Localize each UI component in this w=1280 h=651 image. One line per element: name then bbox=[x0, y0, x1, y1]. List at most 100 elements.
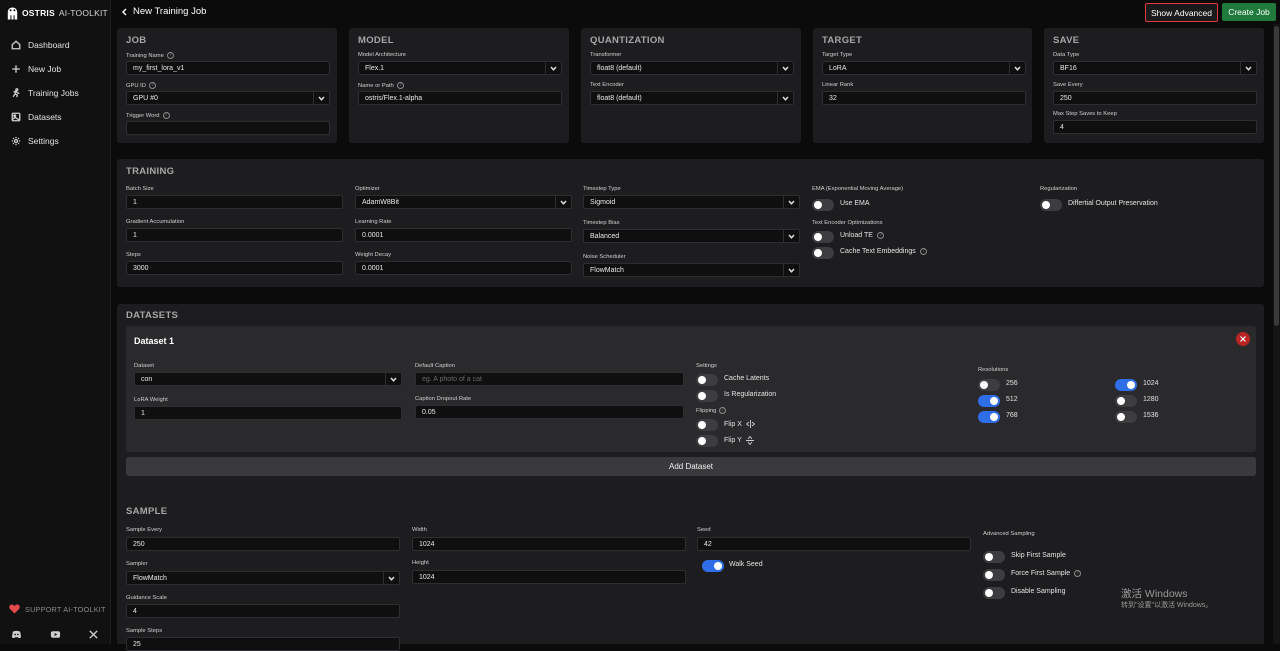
timestep-type-select[interactable]: Sigmoid bbox=[583, 195, 800, 209]
seed-input[interactable]: 42 bbox=[697, 537, 971, 551]
select-value: AdamW8Bit bbox=[362, 198, 399, 206]
max-saves-input[interactable]: 4 bbox=[1053, 120, 1257, 134]
height-input[interactable]: 1024 bbox=[412, 570, 686, 584]
gradient-accumulation-input[interactable]: 1 bbox=[126, 228, 343, 242]
job-card: JOB Training Name? my_first_lora_v1 GPU … bbox=[117, 28, 337, 143]
toggle-label: Unload TE? bbox=[840, 232, 884, 239]
field-label: LoRA Weight bbox=[134, 397, 168, 403]
create-job-button[interactable]: Create Job bbox=[1222, 3, 1276, 21]
target-type-select[interactable]: LoRA bbox=[822, 61, 1026, 75]
model-architecture-select[interactable]: Flex.1 bbox=[358, 61, 562, 75]
card-title: SAVE bbox=[1053, 35, 1080, 46]
gear-icon bbox=[11, 136, 21, 146]
trigger-word-input[interactable] bbox=[126, 121, 330, 135]
help-icon[interactable]: ? bbox=[162, 112, 170, 119]
unload-te-toggle[interactable] bbox=[812, 231, 834, 243]
help-icon[interactable]: ? bbox=[396, 82, 404, 89]
field-label: Linear Rank bbox=[822, 82, 854, 88]
help-icon[interactable]: ? bbox=[919, 248, 927, 255]
flip-x-toggle[interactable] bbox=[696, 419, 718, 431]
remove-dataset-button[interactable] bbox=[1236, 332, 1250, 346]
field-label: Text Encoder bbox=[590, 82, 624, 88]
learning-rate-input[interactable]: 0.0001 bbox=[355, 228, 572, 242]
resolution-512-toggle[interactable] bbox=[978, 395, 1000, 407]
sample-card: SAMPLE Sample Every 250 Sampler FlowMatc… bbox=[117, 500, 1264, 651]
caption-dropout-input[interactable]: 0.05 bbox=[415, 405, 684, 419]
cache-text-embeddings-toggle[interactable] bbox=[812, 247, 834, 259]
discord-icon[interactable] bbox=[11, 629, 22, 640]
training-name-input[interactable]: my_first_lora_v1 bbox=[126, 61, 330, 75]
scrollbar-thumb[interactable] bbox=[1274, 26, 1279, 326]
dataset-select[interactable]: con bbox=[134, 372, 402, 386]
sample-every-input[interactable]: 250 bbox=[126, 537, 400, 551]
youtube-icon[interactable] bbox=[50, 629, 61, 640]
topbar: New Training Job bbox=[111, 0, 1280, 24]
weight-decay-input[interactable]: 0.0001 bbox=[355, 261, 572, 275]
chevron-down-icon bbox=[1240, 62, 1256, 74]
chevron-down-icon bbox=[777, 92, 793, 104]
optimizer-select[interactable]: AdamW8Bit bbox=[355, 195, 572, 209]
help-icon[interactable]: ? bbox=[876, 232, 884, 239]
walk-seed-toggle[interactable] bbox=[702, 560, 724, 572]
noise-scheduler-select[interactable]: FlowMatch bbox=[583, 263, 800, 277]
is-regularization-toggle[interactable] bbox=[696, 390, 718, 402]
field-label: Name or Path? bbox=[358, 82, 404, 89]
sample-steps-input[interactable]: 25 bbox=[126, 637, 400, 651]
sidebar-item-training-jobs[interactable]: Training Jobs bbox=[11, 86, 79, 100]
disable-sampling-toggle[interactable] bbox=[983, 587, 1005, 599]
quantization-card: QUANTIZATION Transformer float8 (default… bbox=[581, 28, 801, 143]
sidebar-item-settings[interactable]: Settings bbox=[11, 134, 59, 148]
chevron-left-icon bbox=[122, 8, 127, 15]
resolution-256-toggle[interactable] bbox=[978, 379, 1000, 391]
save-every-input[interactable]: 250 bbox=[1053, 91, 1257, 105]
field-label: Optimizer bbox=[355, 186, 380, 192]
gpu-select[interactable]: GPU #0 bbox=[126, 91, 330, 105]
default-caption-input[interactable]: eg. A photo of a cat bbox=[415, 372, 684, 386]
add-dataset-button[interactable]: Add Dataset bbox=[126, 457, 1256, 476]
model-path-input[interactable]: ostris/Flex.1-alpha bbox=[358, 91, 562, 105]
sampler-select[interactable]: FlowMatch bbox=[126, 571, 400, 585]
x-icon[interactable] bbox=[88, 629, 99, 640]
toggle-text: Flip Y bbox=[724, 437, 742, 444]
resolution-768-toggle[interactable] bbox=[978, 411, 1000, 423]
cache-latents-toggle[interactable] bbox=[696, 374, 718, 386]
data-type-select[interactable]: BF16 bbox=[1053, 61, 1257, 75]
help-icon[interactable]: ? bbox=[1074, 570, 1082, 577]
help-icon[interactable]: ? bbox=[148, 82, 156, 89]
select-value: LoRA bbox=[829, 64, 847, 72]
guidance-scale-input[interactable]: 4 bbox=[126, 604, 400, 618]
toggle-label: Skip First Sample bbox=[1011, 552, 1066, 559]
timestep-bias-select[interactable]: Balanced bbox=[583, 229, 800, 243]
field-label: Transformer bbox=[590, 52, 622, 58]
width-input[interactable]: 1024 bbox=[412, 537, 686, 551]
skip-first-sample-toggle[interactable] bbox=[983, 551, 1005, 563]
resolution-1024-toggle[interactable] bbox=[1115, 379, 1137, 391]
plus-icon bbox=[12, 65, 20, 73]
help-icon[interactable]: ? bbox=[719, 407, 727, 414]
batch-size-input[interactable]: 1 bbox=[126, 195, 343, 209]
brand-logo[interactable]: OSTRIS AI-TOOLKIT bbox=[7, 6, 108, 20]
sidebar-item-new-job[interactable]: New Job bbox=[11, 62, 61, 76]
transformer-select[interactable]: float8 (default) bbox=[590, 61, 794, 75]
flip-y-toggle[interactable] bbox=[696, 435, 718, 447]
show-advanced-button[interactable]: Show Advanced bbox=[1145, 3, 1218, 22]
resolution-1536-toggle[interactable] bbox=[1115, 411, 1137, 423]
sidebar-item-dashboard[interactable]: Dashboard bbox=[11, 38, 70, 52]
save-card: SAVE Data Type BF16 Save Every 250 Max S… bbox=[1044, 28, 1264, 143]
steps-input[interactable]: 3000 bbox=[126, 261, 343, 275]
back-link[interactable]: New Training Job bbox=[121, 6, 206, 17]
use-ema-toggle[interactable] bbox=[812, 199, 834, 211]
support-link[interactable]: SUPPORT AI-TOOLKIT bbox=[9, 604, 106, 614]
differential-output-preservation-toggle[interactable] bbox=[1040, 199, 1062, 211]
chevron-down-icon bbox=[383, 572, 399, 584]
force-first-sample-toggle[interactable] bbox=[983, 569, 1005, 581]
sidebar-item-datasets[interactable]: Datasets bbox=[11, 110, 62, 124]
lora-weight-input[interactable]: 1 bbox=[134, 406, 402, 420]
resolution-1280-toggle[interactable] bbox=[1115, 395, 1137, 407]
help-icon[interactable]: ? bbox=[166, 52, 174, 59]
chevron-down-icon bbox=[385, 373, 401, 385]
linear-rank-input[interactable]: 32 bbox=[822, 91, 1026, 105]
field-label: Noise Scheduler bbox=[583, 254, 626, 260]
text-encoder-select[interactable]: float8 (default) bbox=[590, 91, 794, 105]
select-value: float8 (default) bbox=[597, 64, 642, 72]
